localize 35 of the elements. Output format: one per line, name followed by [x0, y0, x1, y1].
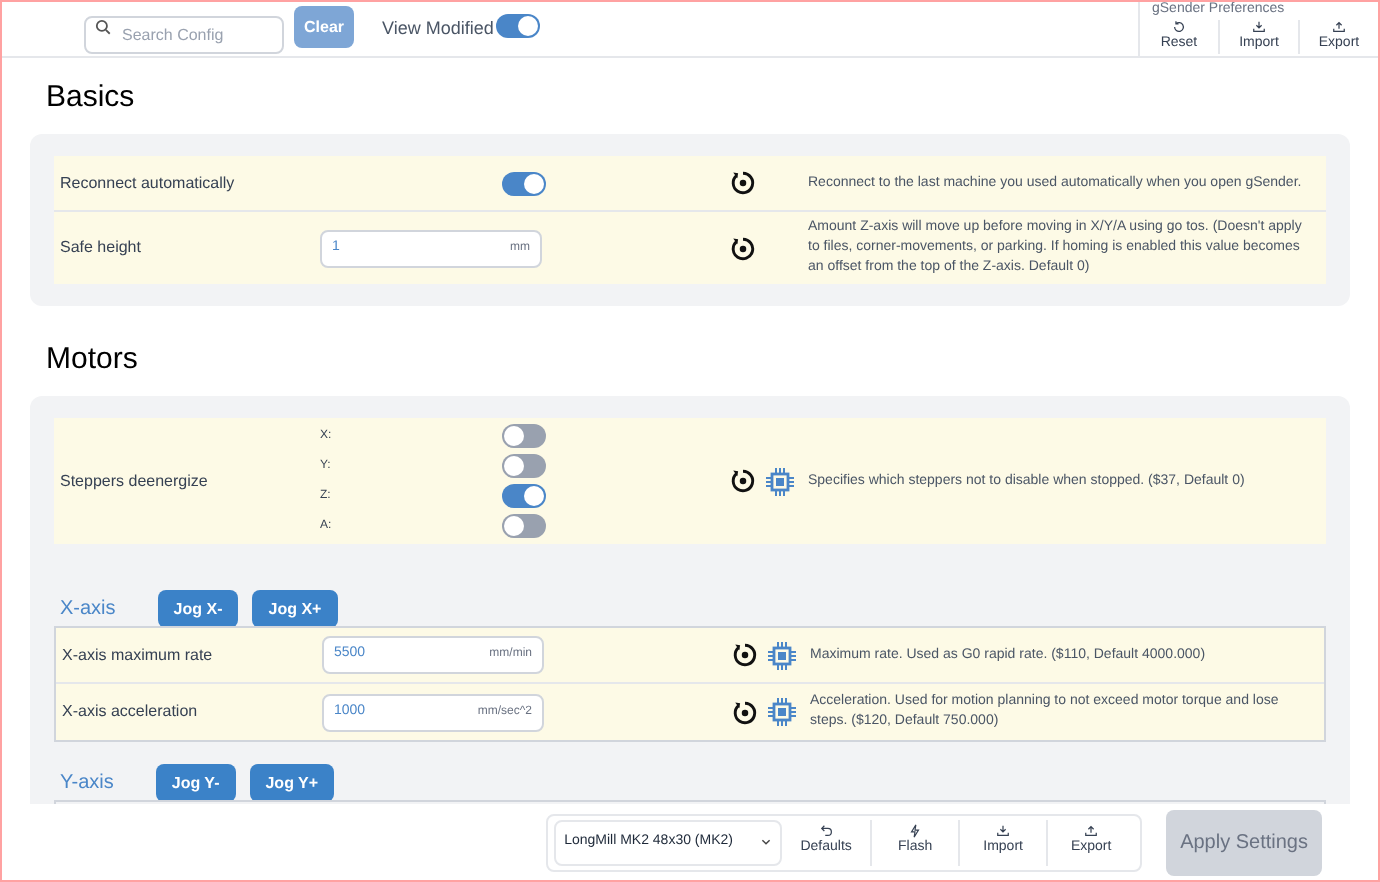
reset-icon[interactable]	[732, 699, 758, 725]
section-heading: Motors	[44, 340, 140, 380]
lightning-icon	[908, 824, 923, 839]
setting-label: Reconnect automatically	[60, 171, 235, 195]
jog-button[interactable]: Jog X-	[157, 590, 239, 628]
toggle-switch[interactable]	[496, 14, 540, 38]
setting-label: Steppers deenergize	[60, 469, 208, 493]
view-modified-label: View Modified	[382, 16, 494, 42]
upload-icon	[1332, 19, 1346, 33]
download-icon	[1252, 19, 1266, 33]
search-field[interactable]: Search Config	[84, 16, 284, 54]
reset-icon[interactable]	[730, 170, 756, 196]
toggle-switch[interactable]	[502, 424, 546, 448]
toggle-switch[interactable]	[502, 171, 546, 195]
undo-icon	[819, 824, 834, 839]
setting-label: Safe height	[60, 236, 141, 260]
jog-button[interactable]: Jog Y+	[249, 764, 335, 802]
jog-button[interactable]: Jog Y-	[155, 764, 236, 802]
setting-label: X-axis acceleration	[62, 700, 198, 724]
reset-icon[interactable]	[730, 468, 756, 494]
toggle-switch[interactable]	[502, 514, 546, 538]
download-icon	[996, 824, 1011, 839]
refresh-icon	[1172, 19, 1186, 33]
group-title: Y-axis	[58, 770, 116, 798]
search-icon	[94, 18, 112, 36]
reset-icon[interactable]	[732, 642, 758, 668]
caret-icon	[760, 836, 773, 848]
group-title: X-axis	[58, 596, 118, 624]
upload-icon	[1084, 824, 1099, 839]
section-heading: Basics	[44, 78, 137, 118]
setting-label: X-axis maximum rate	[62, 643, 213, 667]
jog-button[interactable]: Jog X+	[252, 590, 338, 628]
reset-icon[interactable]	[730, 235, 756, 261]
toggle-switch[interactable]	[502, 454, 546, 478]
toggle-switch[interactable]	[502, 484, 546, 508]
